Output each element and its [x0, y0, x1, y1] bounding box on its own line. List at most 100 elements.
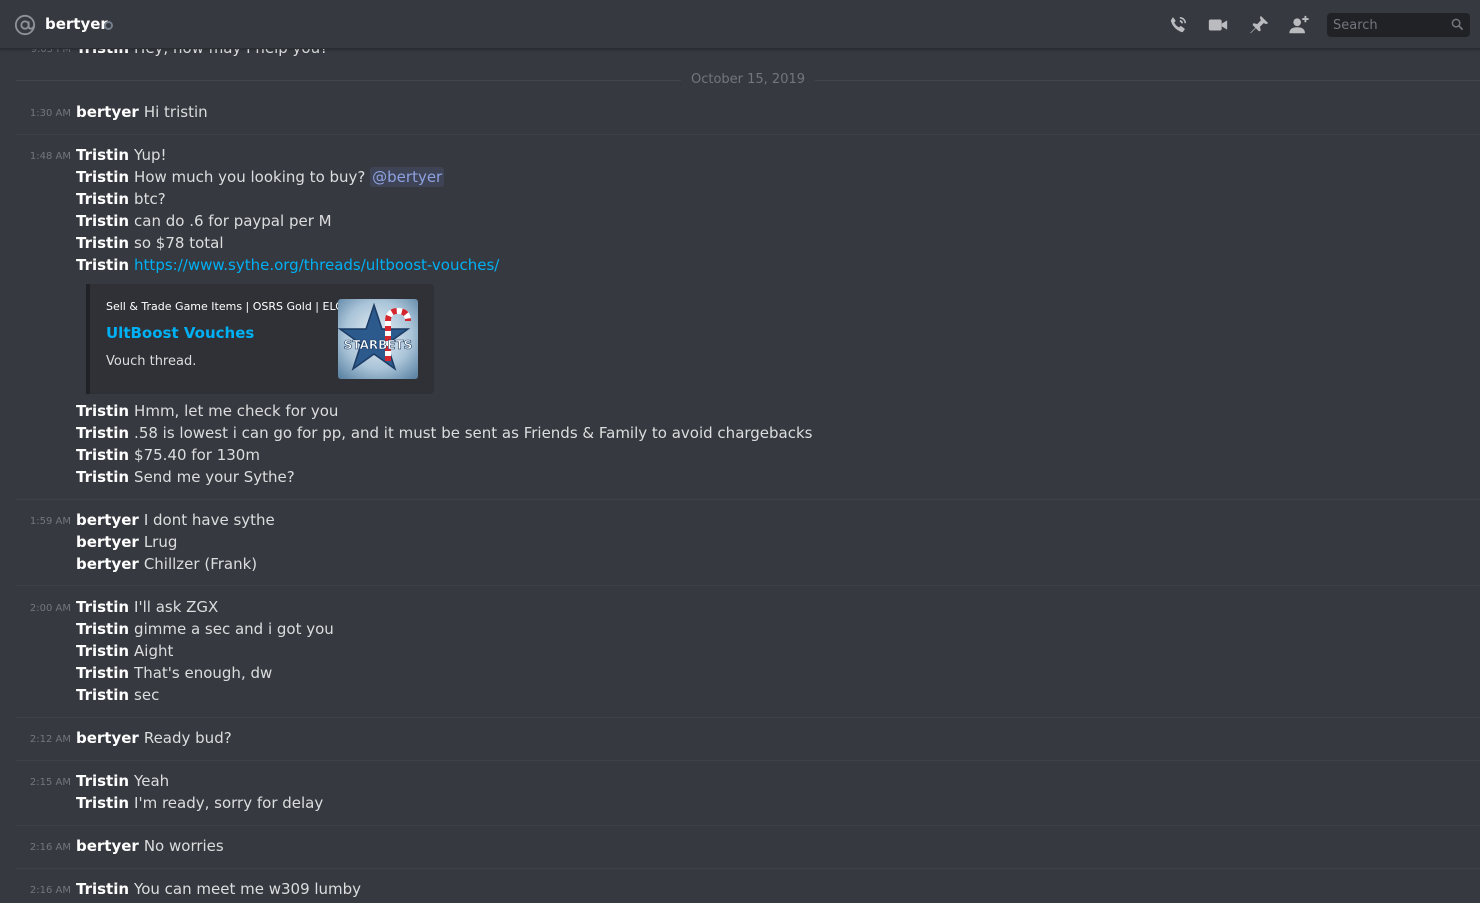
- author-name[interactable]: bertyer: [76, 511, 139, 529]
- message-text: btc?: [134, 190, 166, 208]
- author-name[interactable]: Tristin: [76, 642, 129, 660]
- author-name[interactable]: bertyer: [76, 729, 139, 747]
- message-line: Tristin Aight: [76, 640, 173, 662]
- message-line: Tristin btc?: [76, 188, 166, 210]
- author-name[interactable]: bertyer: [76, 555, 139, 573]
- embed-title-link[interactable]: UltBoost Vouches: [106, 324, 254, 342]
- at-icon: [14, 14, 36, 36]
- author-name[interactable]: Tristin: [76, 446, 129, 464]
- timestamp: 2:12 AM: [29, 734, 71, 745]
- author-name[interactable]: Tristin: [76, 686, 129, 704]
- timestamp: 1:48 AM: [29, 151, 71, 162]
- message-text: How much you looking to buy?: [134, 168, 366, 186]
- message-line: Tristin You can meet me w309 lumby: [76, 878, 361, 900]
- message-line: Tristin gimme a sec and i got you: [76, 618, 334, 640]
- message-line: Tristin Send me your Sythe?: [76, 466, 295, 488]
- message-text: Hi tristin: [143, 103, 208, 121]
- message-text: so $78 total: [134, 234, 224, 252]
- author-name[interactable]: Tristin: [76, 664, 129, 682]
- message-text: You can meet me w309 lumby: [134, 880, 362, 898]
- embed-thumbnail[interactable]: STARBETS: [338, 299, 418, 379]
- pin-icon[interactable]: [1248, 14, 1270, 36]
- author-name[interactable]: Tristin: [76, 212, 129, 230]
- message-line: bertyer No worries: [76, 835, 224, 857]
- author-name[interactable]: Tristin: [76, 880, 129, 898]
- message-line: Tristin That's enough, dw: [76, 662, 272, 684]
- author-name[interactable]: bertyer: [76, 533, 139, 551]
- link-embed: Sell & Trade Game Items | OSRS Gold | EL…: [86, 284, 434, 394]
- add-friend-icon[interactable]: [1288, 14, 1310, 36]
- message-link[interactable]: https://www.sythe.org/threads/ultboost-v…: [134, 256, 499, 274]
- message-text: $75.40 for 130m: [134, 446, 260, 464]
- phone-call-icon[interactable]: [1167, 14, 1189, 36]
- user-mention[interactable]: @bertyer: [370, 167, 445, 187]
- message-text: Chillzer (Frank): [143, 555, 258, 573]
- message-text: Lrug: [143, 533, 178, 551]
- video-call-icon[interactable]: [1207, 14, 1229, 36]
- author-name[interactable]: Tristin: [76, 620, 129, 638]
- author-name[interactable]: Tristin: [76, 772, 129, 790]
- message-group-separator: [16, 585, 1480, 586]
- timestamp: 1:59 AM: [29, 516, 71, 527]
- search-input[interactable]: [1327, 13, 1470, 37]
- message-text: Send me your Sythe?: [134, 468, 295, 486]
- author-name[interactable]: Tristin: [76, 598, 129, 616]
- message-line: Tristin Hmm, let me check for you: [76, 400, 338, 422]
- message-group-separator: [16, 134, 1480, 135]
- message-line: Tristin I'll ask ZGX: [76, 596, 218, 618]
- message-text: gimme a sec and i got you: [134, 620, 334, 638]
- author-name[interactable]: Tristin: [76, 234, 129, 252]
- message-line: Tristin .58 is lowest i can go for pp, an…: [76, 422, 813, 444]
- date-divider: October 15, 2019: [16, 72, 1480, 87]
- message-line: Tristin sec: [76, 684, 159, 706]
- message-line: Tristin https://www.sythe.org/threads/ult…: [76, 254, 499, 276]
- message-line: bertyer Chillzer (Frank): [76, 553, 257, 575]
- author-name[interactable]: Tristin: [76, 190, 129, 208]
- message-line: bertyer Ready bud?: [76, 727, 232, 749]
- timestamp: 2:00 AM: [29, 603, 71, 614]
- message-text: Aight: [134, 642, 174, 660]
- message-text: That's enough, dw: [134, 664, 273, 682]
- status-offline-icon: [104, 21, 113, 30]
- message-group-separator: [16, 868, 1480, 869]
- message-text: No worries: [143, 837, 224, 855]
- author-name[interactable]: Tristin: [76, 402, 129, 420]
- author-name[interactable]: Tristin: [76, 168, 129, 186]
- date-divider-label: October 15, 2019: [680, 72, 816, 87]
- search-icon: [1451, 18, 1464, 31]
- message-text: Yeah: [134, 772, 170, 790]
- message-group-separator: [16, 717, 1480, 718]
- timestamp: 2:16 AM: [29, 842, 71, 853]
- message-line: Tristin Yeah: [76, 770, 169, 792]
- message-line: Tristin so $78 total: [76, 232, 224, 254]
- timestamp: 2:15 AM: [29, 777, 71, 788]
- author-name[interactable]: bertyer: [76, 837, 139, 855]
- message-text: sec: [134, 686, 160, 704]
- message-group-separator: [16, 760, 1480, 761]
- message-text: Yup!: [134, 146, 167, 164]
- message-group-separator: [16, 825, 1480, 826]
- message-line: Tristin $75.40 for 130m: [76, 444, 260, 466]
- message-text: Hmm, let me check for you: [134, 402, 339, 420]
- message-line: bertyer Lrug: [76, 531, 177, 553]
- message-text: Ready bud?: [143, 729, 232, 747]
- message-list: 9:05 PM TristinHey, how may I help you? …: [0, 0, 1480, 899]
- author-name[interactable]: Tristin: [76, 468, 129, 486]
- channel-title: bertyer: [45, 15, 108, 33]
- message-text: .58 is lowest i can go for pp, and it mu…: [134, 424, 813, 442]
- message-line: Tristin How much you looking to buy? @ber…: [76, 166, 445, 188]
- author-name[interactable]: Tristin: [76, 794, 129, 812]
- message-text: I'll ask ZGX: [134, 598, 219, 616]
- message-group-separator: [16, 499, 1480, 500]
- message-line: Tristin can do .6 for paypal per M: [76, 210, 332, 232]
- message-text: I'm ready, sorry for delay: [134, 794, 324, 812]
- author-name[interactable]: bertyer: [76, 103, 139, 121]
- message-text: can do .6 for paypal per M: [134, 212, 332, 230]
- author-name[interactable]: Tristin: [76, 256, 129, 274]
- message-line: Tristin I'm ready, sorry for delay: [76, 792, 323, 814]
- timestamp: 2:16 AM: [29, 885, 71, 896]
- author-name[interactable]: Tristin: [76, 146, 129, 164]
- channel-header: bertyer: [0, 0, 1480, 49]
- message-text: I dont have sythe: [143, 511, 275, 529]
- author-name[interactable]: Tristin: [76, 424, 129, 442]
